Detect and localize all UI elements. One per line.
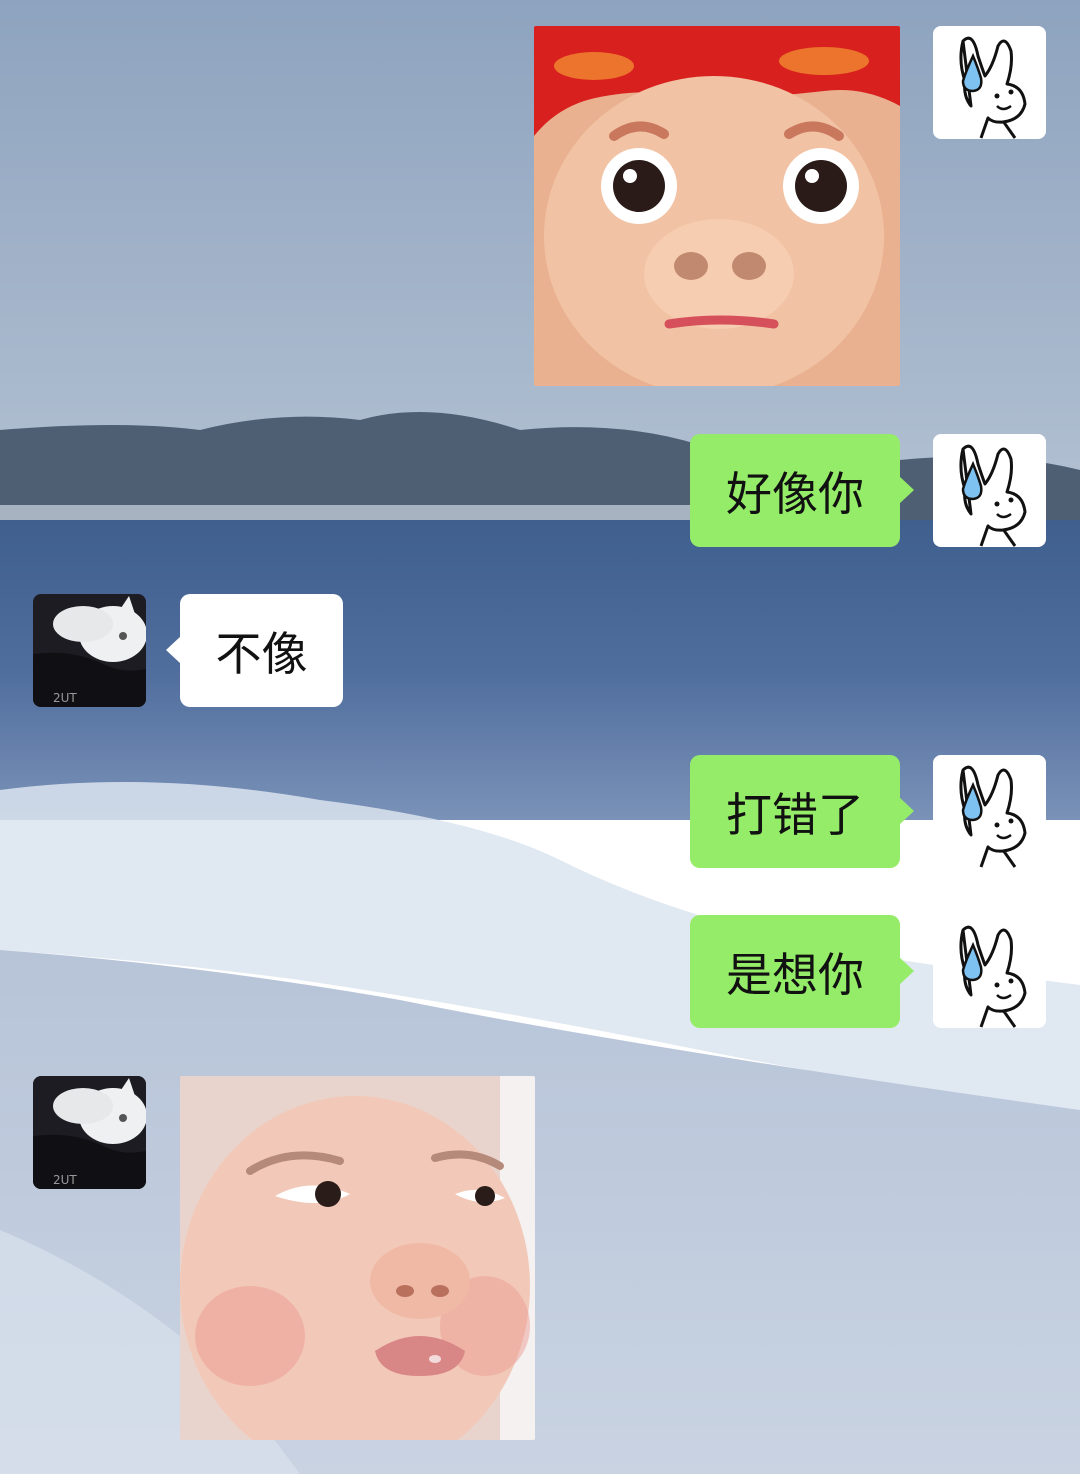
self-avatar[interactable] [933,26,1046,139]
pig-face-sticker[interactable] [534,26,900,386]
other-avatar[interactable]: 2UT [33,1076,146,1189]
svg-text:2UT: 2UT [53,691,77,705]
message-text: 不像 [215,626,308,681]
message-text: 打错了 [726,787,864,842]
self-avatar[interactable] [933,434,1046,547]
white-cat-photo: 2UT [33,594,146,707]
other-avatar[interactable]: 2UT [33,594,146,707]
bunny-sweat-icon [933,755,1046,868]
bunny-sweat-icon [933,434,1046,547]
message-bubble-mine[interactable]: 打错了 [690,755,914,868]
self-avatar[interactable] [933,915,1046,1028]
svg-text:2UT: 2UT [53,1173,77,1187]
bunny-sweat-icon [933,915,1046,1028]
pouting-baby-sticker[interactable] [180,1076,535,1440]
white-cat-photo: 2UT [33,1076,146,1189]
pig-face-icon [534,26,900,386]
message-bubble-theirs[interactable]: 不像 [166,594,343,707]
self-avatar[interactable] [933,755,1046,868]
message-bubble-mine[interactable]: 好像你 [690,434,914,547]
baby-face-icon [180,1076,535,1440]
bunny-sweat-icon [933,26,1046,139]
message-bubble-mine[interactable]: 是想你 [690,915,914,1028]
message-text: 好像你 [726,466,864,521]
message-text: 是想你 [726,947,864,1002]
